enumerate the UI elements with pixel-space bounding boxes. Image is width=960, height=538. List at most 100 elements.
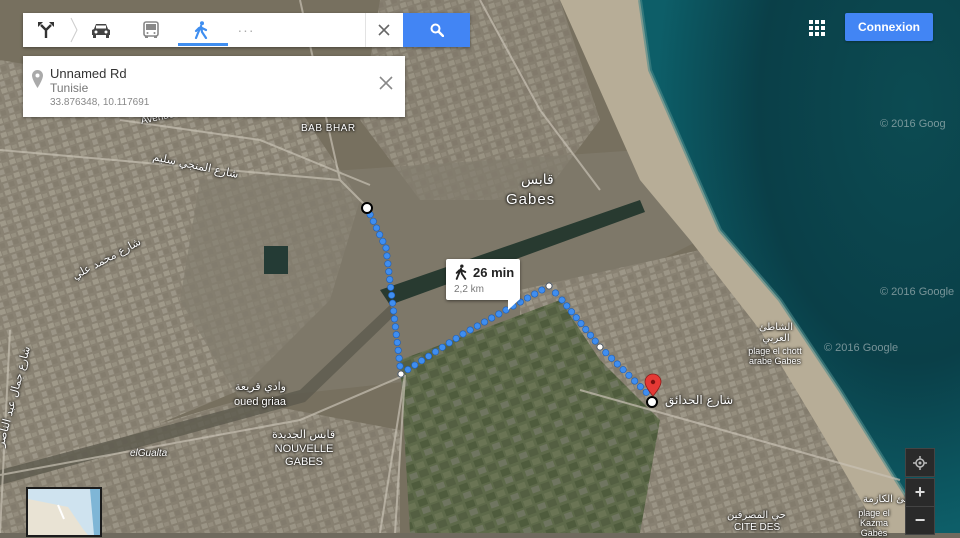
label-plage-kazma: plage el Kazma Gabès [858,508,890,538]
route-dot [393,338,401,346]
route-dot [438,343,446,351]
route-dot [383,252,391,260]
crosshair-icon [913,455,927,470]
route-dot [382,244,390,252]
route-dot [636,383,644,391]
place-coordinates: 33.876348, 10.117691 [50,97,150,108]
label-cite-des: CITE DES [734,522,781,533]
route-dot [608,354,616,362]
label-nouvelle-gabes: NOUVELLE GABES [274,443,334,468]
place-name: Unnamed Rd [50,66,127,81]
route-dot [385,268,393,276]
route-dot [452,334,460,342]
route-dot [538,286,546,294]
active-mode-indicator [178,43,228,46]
route-start-marker[interactable] [361,202,373,214]
car-icon [92,24,110,38]
route-dot [390,315,398,323]
route-info-callout[interactable]: 26 min 2,2 km [446,259,520,300]
callout-pointer [508,299,520,310]
login-button[interactable]: Connexion [845,13,933,41]
route-dot [459,330,467,338]
route-dot [445,339,453,347]
route-dot [613,360,621,368]
label-gabes: Gabes [506,191,556,208]
route-dot [572,314,580,322]
directions-icon [38,22,54,38]
route-dot [387,283,395,291]
location-pin-icon [32,70,43,88]
route-turn-point [545,282,553,290]
label-cite-arabic: حي المصرفين [727,510,786,521]
route-dot [586,331,594,339]
route-dot [392,331,400,339]
label-plage-arabic: الشاطئ العربي [758,322,794,344]
label-elgualta: elGualta [130,448,168,459]
clear-route-button[interactable] [365,13,402,47]
route-dot [389,299,397,307]
more-icon: ··· [237,22,255,38]
directions-bar: ··· [23,13,470,47]
route-dot [631,377,639,385]
route-end-marker[interactable] [646,396,658,408]
route-dot [625,371,633,379]
route-dot [372,224,380,232]
route-dot [425,352,433,360]
close-icon[interactable] [379,76,393,90]
route-dot [391,323,399,331]
place-country: Tunisie [50,81,89,95]
route-dot [558,296,566,304]
route-distance: 2,2 km [454,284,485,295]
minimap-image [28,489,100,535]
bus-icon [143,21,159,38]
label-nouvelle-gabes-arabic: قابس الجديدة [272,428,336,441]
search-button[interactable] [403,13,470,47]
route-dot [619,366,627,374]
label-plage-chott: plage el chott arabe Gabes [748,346,802,366]
chevron-right-icon [70,17,78,43]
mode-walking[interactable] [181,13,221,47]
map-watermark-2: © 2016 Google [824,342,899,354]
route-dot [431,348,439,356]
route-dot [384,260,392,268]
mode-driving[interactable] [81,13,121,47]
mode-more[interactable]: ··· [229,13,263,47]
route-dot [523,294,531,302]
zoom-out-button[interactable]: − [905,506,935,535]
route-turn-point [397,370,405,378]
earth-view-thumbnail[interactable] [26,487,102,537]
my-location-button[interactable] [905,448,935,477]
route-dot [395,354,403,362]
route-dot [582,325,590,333]
route-dot [577,319,585,327]
map-watermark-1: © 2016 Goog [880,118,946,130]
apps-grid-icon[interactable] [808,19,826,37]
label-gabes-arabic: قابس [521,172,554,188]
mode-transit[interactable] [131,13,171,47]
route-turn-point [596,343,604,351]
search-icon [430,23,444,37]
route-dot [563,302,571,310]
place-card[interactable]: Unnamed Rd Tunisie 33.876348, 10.117691 [23,56,405,117]
label-oued-griaa: oued griaa [234,396,286,408]
route-dot [495,310,503,318]
route-dot [567,308,575,316]
route-dot [531,290,539,298]
zoom-in-button[interactable]: + [905,478,935,507]
chevron-divider [67,13,81,47]
route-dot [386,275,394,283]
route-dot [473,322,481,330]
route-dot [591,337,599,345]
route-dot [396,362,404,370]
mode-directions[interactable] [23,13,69,47]
walking-icon [194,21,208,39]
route-dot [466,326,474,334]
route-dot [389,307,397,315]
label-wadi-arabic: وادي قريعة [235,380,286,393]
label-bab-bhar: BAB BHAR [301,123,356,134]
route-dot [480,318,488,326]
route-dot [404,366,412,374]
route-duration: 26 min [473,265,515,280]
walking-icon [455,264,467,280]
route-dot [411,361,419,369]
